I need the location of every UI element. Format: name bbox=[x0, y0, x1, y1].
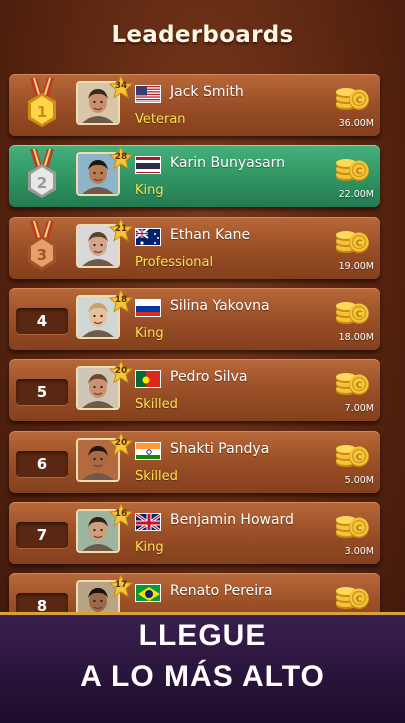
player-name: Benjamin Howard bbox=[170, 511, 294, 528]
coin-amount: 36.00M bbox=[338, 118, 374, 129]
svg-text:C: C bbox=[356, 524, 363, 534]
level-number: 18 bbox=[114, 294, 128, 305]
flag-us-icon bbox=[135, 85, 161, 103]
rank-number: 6 bbox=[16, 450, 68, 477]
flag-br-icon bbox=[135, 584, 161, 603]
level-number: 28 bbox=[114, 152, 128, 163]
svg-text:C: C bbox=[356, 595, 363, 605]
player-name: Renato Pereira bbox=[170, 583, 273, 600]
svg-text:C: C bbox=[356, 381, 363, 391]
rank-number: 4 bbox=[16, 307, 68, 334]
banner-line-1: LLEGUE bbox=[138, 619, 267, 652]
flag-gb-icon bbox=[135, 512, 161, 531]
level-number: 16 bbox=[114, 508, 128, 519]
rank-number: 7 bbox=[16, 521, 68, 548]
leaderboard-row-3[interactable]: 3 21 Ethan Kane Professional C 19.00M bbox=[9, 216, 380, 279]
player-title: Skilled bbox=[135, 397, 178, 413]
coin-stack-icon: C bbox=[334, 369, 370, 397]
player-title: Skilled bbox=[135, 468, 178, 484]
coin-amount: 7.00M bbox=[344, 403, 374, 415]
flag-ru-icon bbox=[135, 298, 161, 317]
leaderboard-row-2[interactable]: 2 28 Karin Bunyasarn King C 22.00M bbox=[9, 145, 380, 208]
player-title: Professional bbox=[135, 254, 214, 270]
coin-stack-icon: C bbox=[334, 512, 370, 540]
page-title: Leaderboards bbox=[111, 22, 294, 48]
player-name: Jack Smith bbox=[170, 84, 244, 100]
level-number: 17 bbox=[114, 580, 128, 591]
svg-text:2: 2 bbox=[37, 174, 47, 192]
leaderboard-row-1[interactable]: 1 34 Jack Smith Veteran C 36.00M bbox=[9, 74, 380, 136]
coin-amount: 22.00M bbox=[338, 189, 374, 201]
flag-in-icon bbox=[135, 441, 161, 460]
svg-text:C: C bbox=[356, 239, 363, 249]
promo-banner: LLEGUE A LO MÁS ALTO bbox=[0, 612, 405, 723]
player-name: Karin Bunyasarn bbox=[170, 155, 285, 172]
svg-text:C: C bbox=[356, 453, 363, 463]
medal-icon: 3 bbox=[22, 220, 62, 275]
banner-line-2: A LO MÁS ALTO bbox=[80, 660, 325, 693]
svg-text:C: C bbox=[356, 167, 363, 177]
coin-stack-icon: C bbox=[334, 583, 370, 611]
medal-icon: 2 bbox=[22, 149, 62, 203]
coin-stack-icon: C bbox=[334, 84, 370, 112]
player-title: Veteran bbox=[135, 112, 186, 127]
coin-stack-icon: C bbox=[334, 155, 370, 183]
player-name: Pedro Silva bbox=[170, 369, 248, 386]
svg-text:C: C bbox=[356, 96, 363, 106]
leaderboard-row-4[interactable]: 4 18 Silina Yakovna King C 18.00M bbox=[9, 287, 380, 350]
level-number: 20 bbox=[114, 366, 128, 377]
level-number: 21 bbox=[114, 223, 128, 234]
coin-stack-icon: C bbox=[334, 441, 370, 469]
coin-amount: 5.00M bbox=[344, 474, 374, 486]
rank-number: 5 bbox=[16, 379, 68, 406]
flag-au-icon bbox=[135, 227, 161, 246]
svg-text:C: C bbox=[356, 310, 363, 320]
coin-amount: 19.00M bbox=[338, 260, 374, 272]
level-number: 20 bbox=[114, 437, 128, 448]
medal-icon: 1 bbox=[22, 78, 62, 132]
player-title: King bbox=[135, 183, 164, 199]
coin-amount: 3.00M bbox=[344, 545, 374, 557]
flag-th-icon bbox=[135, 156, 161, 175]
coin-stack-icon: C bbox=[334, 227, 370, 255]
leaderboard-row-7[interactable]: 7 16 Benjamin Howard King C 3.00M bbox=[9, 501, 380, 564]
player-title: King bbox=[135, 539, 164, 555]
player-name: Shakti Pandya bbox=[170, 440, 270, 457]
coin-amount: 18.00M bbox=[338, 331, 374, 343]
flag-pt-icon bbox=[135, 370, 161, 389]
svg-text:3: 3 bbox=[37, 246, 47, 264]
coin-stack-icon: C bbox=[334, 298, 370, 326]
player-name: Silina Yakovna bbox=[170, 297, 270, 314]
level-number: 34 bbox=[114, 81, 128, 91]
player-title: King bbox=[135, 325, 164, 341]
player-name: Ethan Kane bbox=[170, 226, 251, 243]
svg-text:1: 1 bbox=[37, 103, 47, 121]
leaderboard-row-5[interactable]: 5 20 Pedro Silva Skilled C 7.00M bbox=[9, 359, 380, 422]
leaderboard-row-6[interactable]: 6 20 Shakti Pandya Skilled C 5.00M bbox=[9, 430, 380, 493]
